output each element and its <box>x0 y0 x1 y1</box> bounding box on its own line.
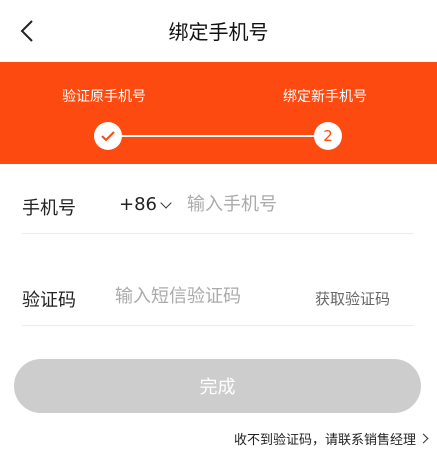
code-label: 验证码 <box>22 290 76 311</box>
help-link[interactable]: 收不到验证码，请联系销售经理 <box>233 429 429 448</box>
step2-number: 2 <box>323 126 333 145</box>
phone-input[interactable] <box>187 190 407 218</box>
step2-dot: 2 <box>314 122 342 150</box>
step-connector <box>120 135 314 137</box>
help-text: 收不到验证码，请联系销售经理 <box>233 433 416 448</box>
country-code-selector[interactable]: +86 <box>119 194 172 215</box>
step1-label: 验证原手机号 <box>62 89 146 105</box>
nav-bar: 绑定手机号 <box>0 0 437 62</box>
step2-label: 绑定新手机号 <box>283 89 367 105</box>
chevron-down-icon <box>160 196 172 209</box>
chevron-right-icon <box>418 433 429 444</box>
step1-dot <box>94 122 122 150</box>
code-row: 验证码 获取验证码 <box>22 270 414 326</box>
page-title: 绑定手机号 <box>168 20 269 44</box>
country-code: +86 <box>119 194 157 215</box>
step-indicator: 验证原手机号 绑定新手机号 2 <box>0 62 437 164</box>
done-button[interactable]: 完成 <box>14 359 421 413</box>
get-code-button[interactable]: 获取验证码 <box>315 288 390 309</box>
check-icon <box>101 131 115 142</box>
phone-label: 手机号 <box>22 198 76 219</box>
code-input[interactable] <box>115 282 295 310</box>
phone-row: 手机号 +86 <box>22 178 414 234</box>
